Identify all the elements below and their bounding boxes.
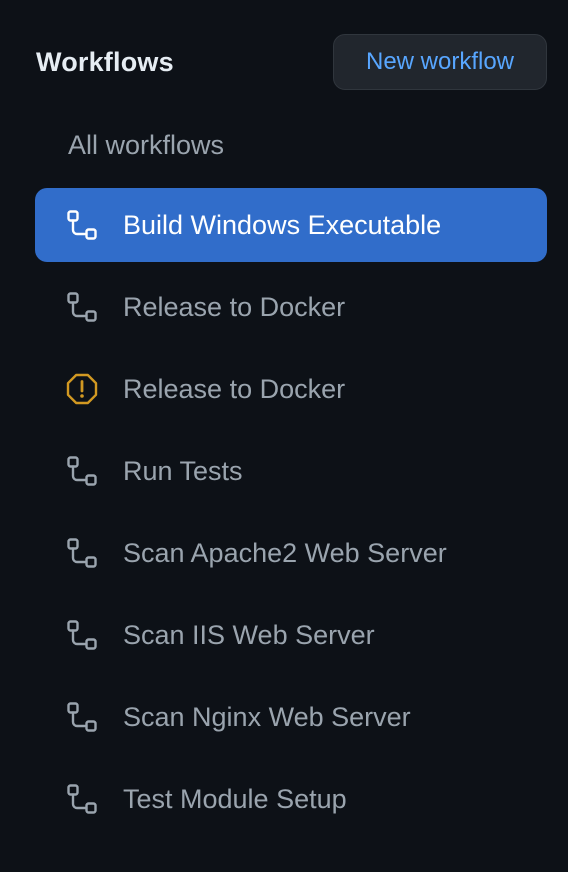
workflow-item-label: Scan Apache2 Web Server — [123, 537, 447, 568]
workflow-icon — [65, 700, 99, 734]
workflow-item[interactable]: Scan IIS Web Server — [35, 598, 547, 672]
workflow-icon — [65, 618, 99, 652]
all-workflows-link[interactable]: All workflows — [68, 124, 224, 166]
workflows-header: Workflows New workflow — [36, 34, 547, 90]
workflow-item[interactable]: Scan Nginx Web Server — [35, 680, 547, 754]
workflow-item-label: Scan Nginx Web Server — [123, 701, 411, 732]
workflow-item[interactable]: Build Windows Executable — [35, 188, 547, 262]
workflow-item[interactable]: Scan Apache2 Web Server — [35, 516, 547, 590]
workflow-item-label: Release to Docker — [123, 291, 346, 322]
workflow-item-label: Scan IIS Web Server — [123, 619, 375, 650]
new-workflow-button[interactable]: New workflow — [333, 34, 547, 90]
workflow-list: Build Windows Executable Release to Dock… — [35, 188, 547, 844]
workflow-item-label: Build Windows Executable — [123, 209, 442, 240]
workflow-item[interactable]: Run Tests — [35, 434, 547, 508]
workflow-icon — [65, 536, 99, 570]
workflow-item-label: Test Module Setup — [123, 783, 347, 814]
workflow-icon — [65, 782, 99, 816]
workflow-item[interactable]: Release to Docker — [35, 352, 547, 426]
workflow-item[interactable]: Test Module Setup — [35, 762, 547, 836]
page-title: Workflows — [36, 46, 174, 77]
workflow-icon — [65, 454, 99, 488]
workflow-item-label: Run Tests — [123, 455, 243, 486]
workflow-item[interactable]: Release to Docker — [35, 270, 547, 344]
workflow-item-label: Release to Docker — [123, 373, 346, 404]
workflow-icon — [65, 208, 99, 242]
warning-icon — [65, 372, 99, 406]
workflow-icon — [65, 290, 99, 324]
